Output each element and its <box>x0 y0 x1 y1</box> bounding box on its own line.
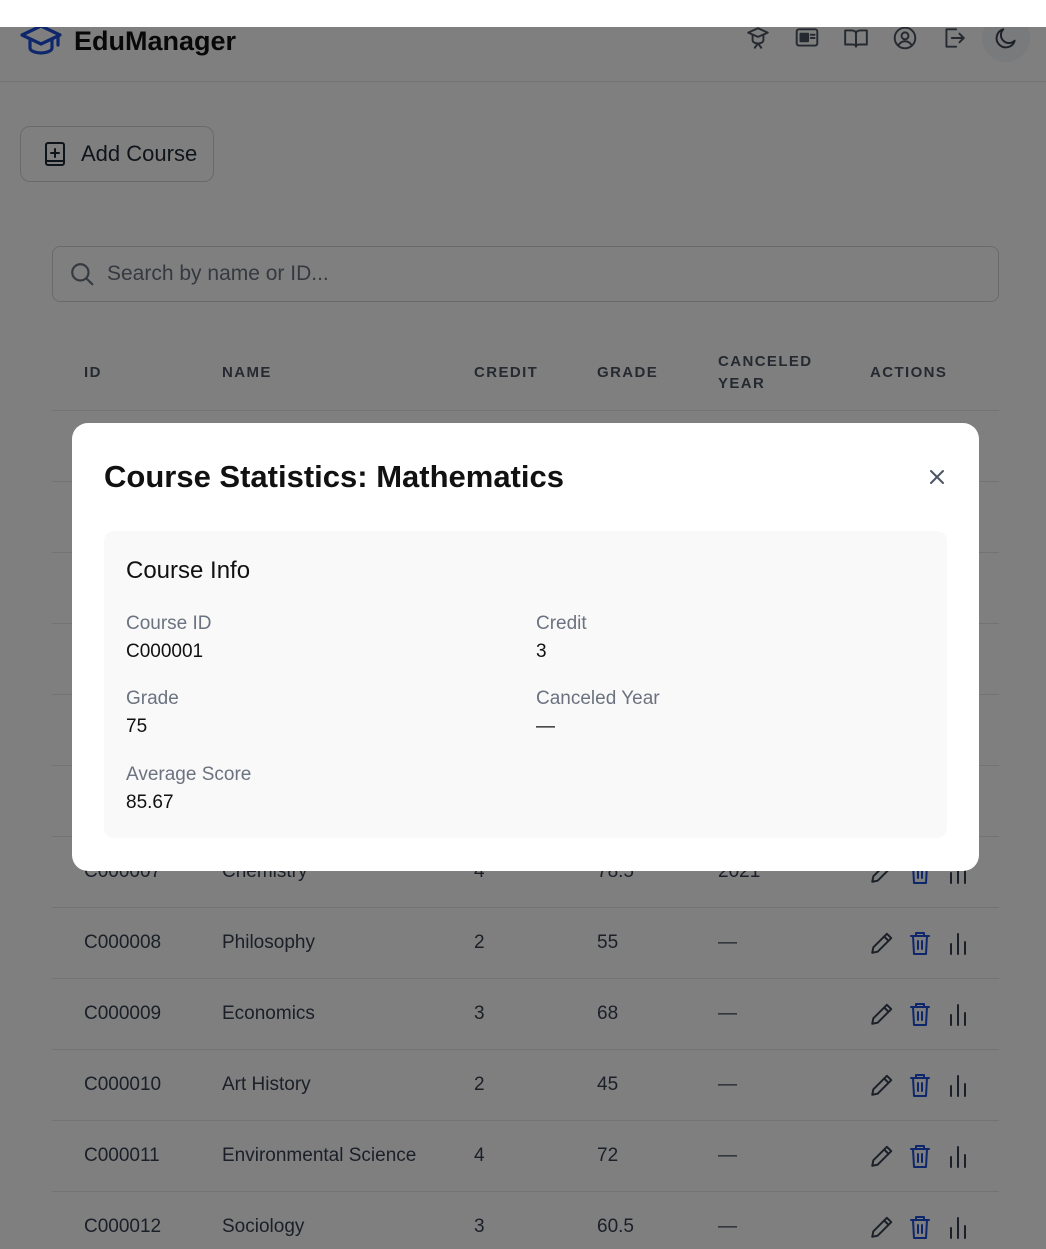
course-info-card: Course Info Course ID C000001 Credit 3 G… <box>104 531 947 838</box>
average-score-label: Average Score <box>126 764 252 785</box>
close-button[interactable] <box>925 465 949 489</box>
close-icon <box>930 470 944 484</box>
modal-title: Course Statistics: Mathematics <box>104 459 564 494</box>
average-score-value: 85.67 <box>126 792 174 813</box>
course-id-value: C000001 <box>126 641 204 662</box>
canceled-year-field: Canceled Year — <box>536 688 660 738</box>
grade-label: Grade <box>126 688 179 709</box>
credit-value: 3 <box>536 641 547 662</box>
top-strip <box>0 0 1046 27</box>
grade-field: Grade 75 <box>126 688 179 738</box>
app-root: EduManager Add Course <box>0 0 1046 1249</box>
credit-field: Credit 3 <box>536 613 587 663</box>
course-info-title: Course Info <box>126 557 251 584</box>
canceled-year-label: Canceled Year <box>536 688 660 709</box>
course-statistics-modal: Course Statistics: Mathematics Course In… <box>72 423 979 871</box>
canceled-year-value: — <box>536 716 555 737</box>
credit-label: Credit <box>536 613 587 634</box>
course-id-label: Course ID <box>126 613 212 634</box>
course-id-field: Course ID C000001 <box>126 613 212 663</box>
average-score-field: Average Score 85.67 <box>126 764 251 814</box>
grade-value: 75 <box>126 716 148 737</box>
